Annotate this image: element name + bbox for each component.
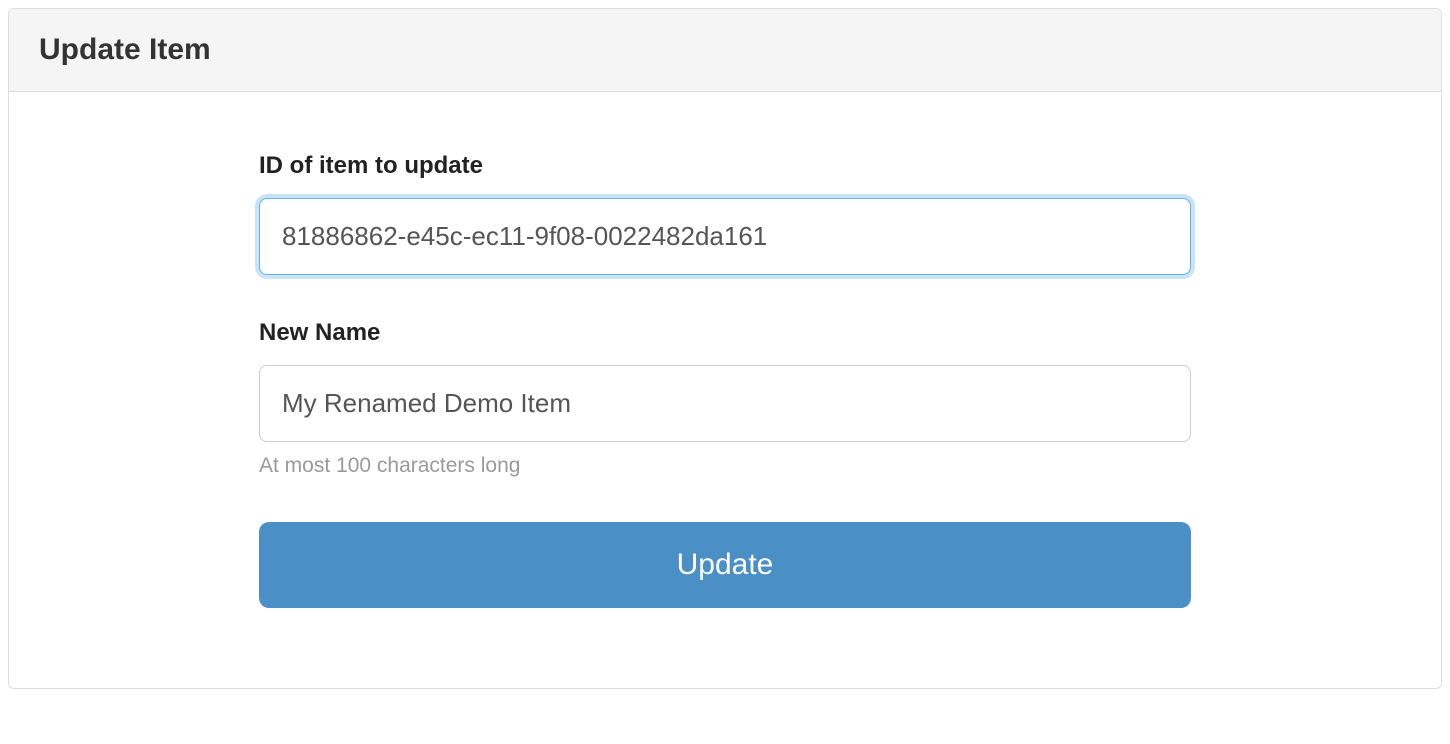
update-button[interactable]: Update bbox=[259, 522, 1191, 608]
id-label: ID of item to update bbox=[259, 152, 1191, 180]
name-input[interactable] bbox=[259, 365, 1191, 442]
panel-body: ID of item to update New Name At most 10… bbox=[9, 92, 1441, 688]
panel-title: Update Item bbox=[39, 33, 1411, 67]
name-form-group: New Name At most 100 characters long bbox=[259, 319, 1191, 478]
name-label: New Name bbox=[259, 319, 1191, 347]
panel-header: Update Item bbox=[9, 9, 1441, 92]
name-help-text: At most 100 characters long bbox=[259, 454, 1191, 478]
id-input[interactable] bbox=[259, 198, 1191, 275]
update-item-panel: Update Item ID of item to update New Nam… bbox=[8, 8, 1442, 689]
id-form-group: ID of item to update bbox=[259, 152, 1191, 275]
